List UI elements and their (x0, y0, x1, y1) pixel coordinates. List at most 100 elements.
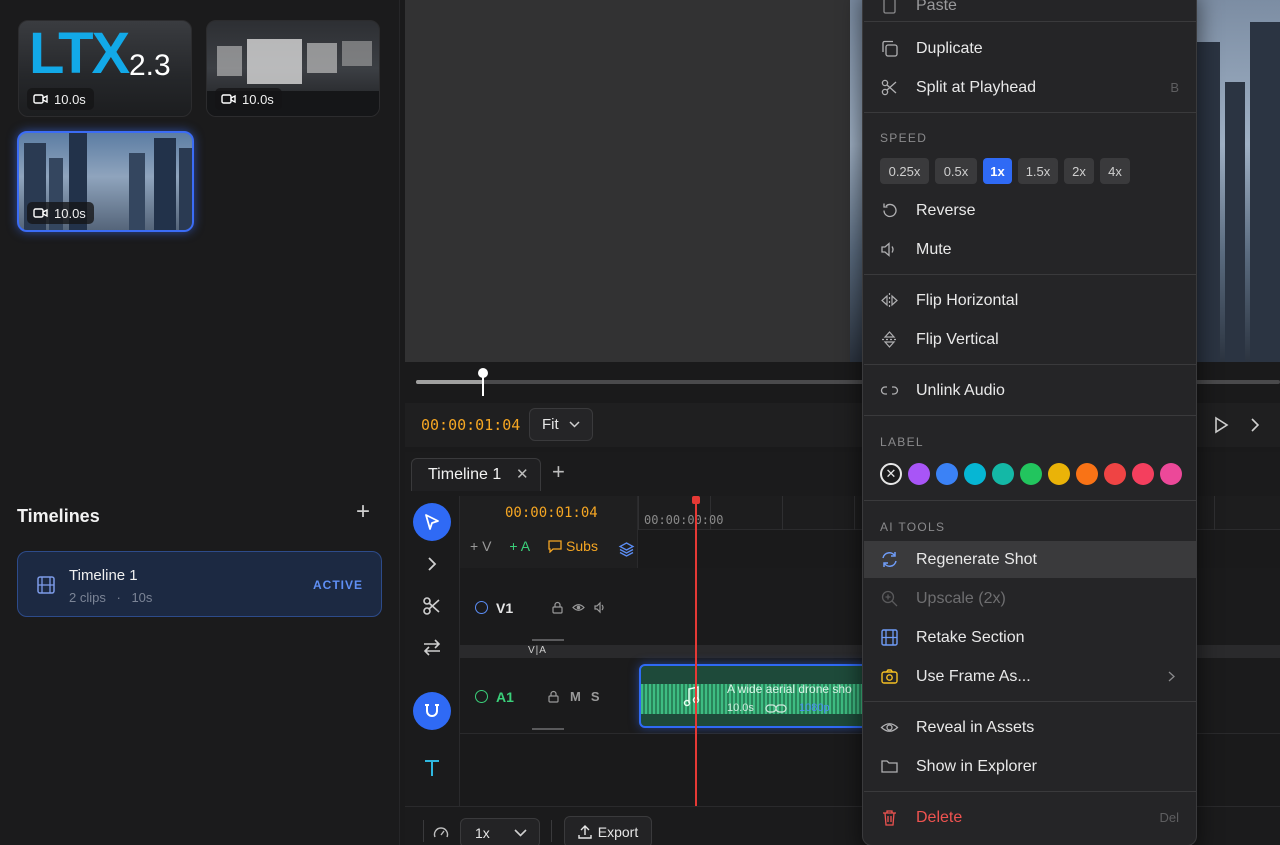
speedometer-icon (433, 827, 449, 838)
track-target-a1[interactable] (475, 690, 488, 703)
track-resize-handle[interactable] (532, 639, 564, 641)
menu-separator (864, 415, 1196, 416)
playhead-line[interactable] (695, 498, 697, 806)
menu-item-retake-section[interactable]: Retake Section (864, 619, 1196, 656)
menu-item-reveal-in-assets[interactable]: Reveal in Assets (864, 709, 1196, 746)
menu-item-flip-vertical[interactable]: Flip Vertical (864, 321, 1196, 358)
divider (423, 820, 424, 842)
menu-label: Delete (916, 808, 963, 826)
magnet-icon (425, 704, 439, 717)
menu-item-upscale[interactable]: Upscale (2x) (864, 580, 1196, 617)
text-tool-button[interactable] (413, 749, 451, 787)
audio-clip[interactable]: A wide aerial drone sho 10.0s 1080p (639, 664, 869, 728)
slip-tool-button[interactable] (413, 628, 451, 666)
asset-thumbnail-monitors[interactable]: 10.0s (206, 20, 380, 117)
chevron-right-icon[interactable] (1248, 416, 1262, 434)
mute-track-button[interactable]: M (570, 689, 581, 704)
zoom-fit-select[interactable]: Fit (529, 408, 593, 441)
menu-item-show-in-explorer[interactable]: Show in Explorer (864, 748, 1196, 785)
label-color-swatch[interactable] (936, 463, 958, 485)
lock-icon[interactable] (547, 690, 560, 703)
label-color-none[interactable]: ✕ (880, 463, 902, 485)
menu-item-reverse[interactable]: Reverse (864, 192, 1196, 229)
solo-track-button[interactable]: S (591, 689, 600, 704)
film-icon (881, 629, 898, 646)
menu-separator (864, 21, 1196, 22)
speed-chip-4x[interactable]: 4x (1100, 158, 1130, 184)
menu-item-delete[interactable]: Delete Del (864, 799, 1196, 836)
label-color-swatch[interactable] (1048, 463, 1070, 485)
ltx-version: 2.3 (129, 49, 171, 82)
menu-item-split-at-playhead[interactable]: Split at Playhead B (864, 69, 1196, 106)
track-target-v1[interactable] (475, 601, 488, 614)
speed-section-heading: SPEED (880, 131, 928, 145)
speed-chip-0-5x[interactable]: 0.5x (935, 158, 977, 184)
asset-thumbnail-city-selected[interactable]: 10.0s (17, 131, 194, 232)
speed-chip-2x[interactable]: 2x (1064, 158, 1094, 184)
ai-tools-section-heading: AI TOOLS (880, 520, 946, 534)
timeline-list-item[interactable]: Timeline 1 2 clips · 10s ACTIVE (17, 551, 382, 617)
play-icon[interactable] (1212, 416, 1230, 434)
eye-icon[interactable] (572, 601, 585, 614)
menu-separator (864, 791, 1196, 792)
flip-horizontal-icon (881, 293, 898, 308)
playback-speed-select[interactable]: 1x (460, 818, 540, 845)
divider (551, 820, 552, 842)
speed-chip-0-25x[interactable]: 0.25x (880, 158, 929, 184)
label-color-swatch[interactable] (964, 463, 986, 485)
export-button[interactable]: Export (564, 816, 652, 845)
active-badge: ACTIVE (312, 578, 363, 592)
scrub-handle[interactable] (478, 368, 488, 378)
add-audio-track-button[interactable]: + A (509, 538, 530, 554)
label-color-swatch[interactable] (1076, 463, 1098, 485)
close-tab-icon[interactable]: ✕ (516, 465, 529, 483)
menu-label: Regenerate Shot (916, 550, 1037, 568)
add-tab-button[interactable]: + (552, 461, 565, 483)
speaker-icon[interactable] (593, 601, 606, 614)
menu-item-flip-horizontal[interactable]: Flip Horizontal (864, 282, 1196, 319)
menu-label: Flip Vertical (916, 330, 999, 348)
volume-icon (881, 242, 894, 257)
duration-text: 10.0s (54, 91, 86, 107)
asset-thumbnail-ltx[interactable]: LTX 2.3 10.0s (18, 20, 192, 117)
subs-label: Subs (566, 538, 598, 554)
add-timeline-button[interactable]: + (352, 500, 374, 524)
clipboard-icon (883, 0, 896, 14)
snap-magnet-button[interactable] (413, 692, 451, 730)
duration-badge: 10.0s (215, 88, 282, 110)
label-color-swatch[interactable] (1160, 463, 1182, 485)
timelines-heading: Timelines (17, 506, 100, 526)
label-color-swatch[interactable] (1104, 463, 1126, 485)
menu-label: Paste (916, 0, 957, 14)
add-video-track-button[interactable]: + V (470, 538, 491, 554)
ltx-logo: LTX (29, 21, 130, 86)
speed-chip-1-5x[interactable]: 1.5x (1018, 158, 1058, 184)
subtitles-button[interactable]: Subs (548, 538, 598, 554)
lock-icon[interactable] (551, 601, 564, 614)
menu-item-use-frame-as[interactable]: Use Frame As... (864, 658, 1196, 695)
chevron-right-icon (1168, 671, 1175, 682)
menu-item-duplicate[interactable]: Duplicate (864, 30, 1196, 67)
label-color-swatch[interactable] (908, 463, 930, 485)
layers-icon[interactable] (618, 541, 635, 558)
menu-item-mute[interactable]: Mute (864, 231, 1196, 268)
ruler-tick (854, 496, 855, 530)
select-tool-button[interactable] (413, 503, 451, 541)
menu-item-unlink-audio[interactable]: Unlink Audio (864, 372, 1196, 409)
current-timecode: 00:00:01:04 (421, 416, 521, 434)
speed-chip-1x[interactable]: 1x (983, 158, 1012, 184)
menu-item-regenerate-shot[interactable]: Regenerate Shot (864, 541, 1196, 578)
razor-tool-button[interactable] (413, 587, 451, 625)
video-camera-icon (221, 94, 236, 104)
video-camera-icon (33, 94, 48, 104)
label-color-swatch[interactable] (1020, 463, 1042, 485)
duration-badge: 10.0s (27, 88, 94, 110)
menu-label: Retake Section (916, 628, 1025, 646)
film-icon (37, 576, 55, 594)
label-color-swatch[interactable] (992, 463, 1014, 485)
expand-tools-button[interactable] (413, 545, 451, 583)
track-resize-handle[interactable] (532, 728, 564, 730)
label-color-swatch[interactable] (1132, 463, 1154, 485)
trash-icon (883, 810, 896, 826)
ruler-tick (782, 496, 783, 530)
